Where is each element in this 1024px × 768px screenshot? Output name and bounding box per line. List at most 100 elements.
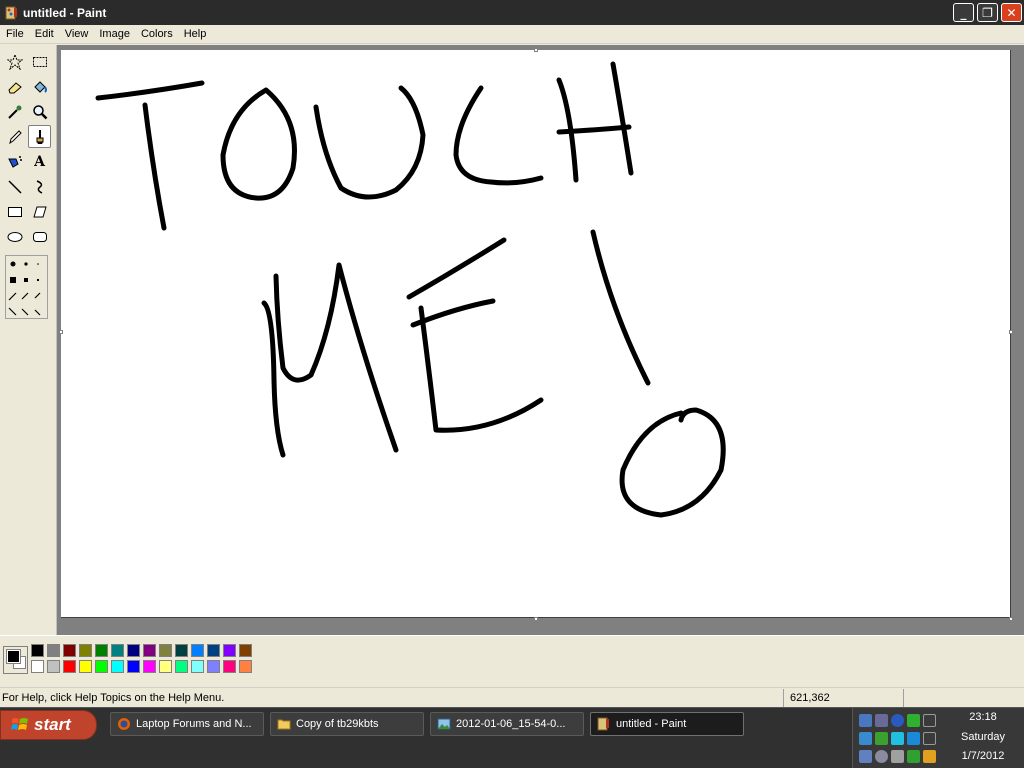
clock-date: 1/7/2012: [961, 750, 1005, 762]
close-button[interactable]: ✕: [1001, 3, 1022, 22]
image-viewer-icon: [437, 718, 451, 730]
power-icon[interactable]: [923, 732, 936, 745]
network-icon[interactable]: [859, 714, 872, 727]
menu-help[interactable]: Help: [178, 28, 212, 40]
tool-rectangle[interactable]: [3, 200, 26, 223]
palette-swatch[interactable]: [175, 660, 188, 673]
palette-swatch[interactable]: [95, 644, 108, 657]
resize-handle-top: [534, 48, 538, 52]
tool-brush[interactable]: [28, 125, 51, 148]
task-image-viewer[interactable]: 2012-01-06_15-54-0...: [430, 712, 584, 736]
palette-swatch[interactable]: [127, 660, 140, 673]
palette-swatch[interactable]: [159, 644, 172, 657]
drawing-touch-me: [95, 61, 726, 518]
monitor-icon[interactable]: [859, 750, 872, 763]
palette-swatch[interactable]: [239, 644, 252, 657]
menu-edit[interactable]: Edit: [29, 28, 59, 40]
updates-icon[interactable]: [907, 750, 920, 763]
security-icon[interactable]: [875, 732, 888, 745]
palette-swatch[interactable]: [207, 644, 220, 657]
start-button[interactable]: start: [0, 710, 97, 740]
menu-colors[interactable]: Colors: [135, 28, 178, 40]
palette-swatch[interactable]: [47, 660, 60, 673]
palette-swatch[interactable]: [223, 644, 236, 657]
brush-shape-options[interactable]: [5, 255, 48, 319]
arrows-icon[interactable]: [923, 714, 936, 727]
palette-swatch[interactable]: [143, 644, 156, 657]
tool-pencil[interactable]: [3, 125, 26, 148]
rect-select-icon: [32, 56, 47, 67]
tool-pick-color[interactable]: [3, 100, 26, 123]
palette-swatch[interactable]: [79, 660, 92, 673]
palette-swatch[interactable]: [95, 660, 108, 673]
tool-ellipse[interactable]: [3, 225, 26, 248]
rectangle-icon: [7, 206, 22, 217]
tool-select[interactable]: [28, 50, 51, 73]
resize-handle-bottom[interactable]: [534, 617, 538, 621]
tool-text[interactable]: A: [28, 150, 51, 173]
tool-fill-with-color[interactable]: [28, 75, 51, 98]
display-icon[interactable]: [859, 732, 872, 745]
folder-icon: [277, 719, 291, 730]
palette-swatch[interactable]: [207, 660, 220, 673]
palette-swatch[interactable]: [63, 660, 76, 673]
clock-time[interactable]: 23:18: [953, 711, 1013, 723]
palette-swatch[interactable]: [111, 660, 124, 673]
resize-handle-right[interactable]: [1009, 330, 1013, 334]
paint-icon: [597, 717, 609, 731]
palette-swatch[interactable]: [159, 660, 172, 673]
polygon-icon: [32, 206, 47, 217]
minimize-button[interactable]: _: [953, 3, 974, 22]
utility-icon[interactable]: [923, 750, 936, 763]
cd-icon[interactable]: [875, 750, 888, 763]
palette-swatch[interactable]: [175, 644, 188, 657]
windows-flag-icon: [11, 718, 28, 730]
tool-eraser[interactable]: [3, 75, 26, 98]
tool-curve[interactable]: [28, 175, 51, 198]
tool-polygon[interactable]: [28, 200, 51, 223]
toolbox: A: [0, 45, 57, 635]
palette-swatch[interactable]: [47, 644, 60, 657]
tool-magnifier[interactable]: [28, 100, 51, 123]
palette-swatch[interactable]: [79, 644, 92, 657]
palette-swatch[interactable]: [239, 660, 252, 673]
palette-swatch[interactable]: [223, 660, 236, 673]
paint-app-icon[interactable]: [5, 6, 19, 20]
workspace: [57, 45, 1024, 635]
network-disconnected-icon[interactable]: [875, 714, 888, 727]
drawing-canvas[interactable]: [61, 50, 1011, 618]
palette-swatch[interactable]: [31, 660, 44, 673]
bluetooth-icon[interactable]: [891, 714, 904, 727]
menu-image[interactable]: Image: [93, 28, 135, 40]
volume-icon[interactable]: [891, 750, 904, 763]
task-paint[interactable]: untitled - Paint: [590, 712, 744, 736]
palette-swatch[interactable]: [63, 644, 76, 657]
restore-button[interactable]: ❐: [977, 3, 998, 22]
task-firefox[interactable]: Laptop Forums and N...: [110, 712, 264, 736]
palette-swatch[interactable]: [191, 644, 204, 657]
eraser-icon: [7, 81, 22, 93]
status-cursor-coords: 621,362: [783, 689, 903, 707]
app-icon[interactable]: [907, 732, 920, 745]
palette-swatch[interactable]: [31, 644, 44, 657]
current-colors[interactable]: [3, 646, 28, 674]
palette-swatch[interactable]: [191, 660, 204, 673]
palette-swatch[interactable]: [111, 644, 124, 657]
status-bar: For Help, click Help Topics on the Help …: [0, 687, 1024, 707]
tool-airbrush[interactable]: [3, 150, 26, 173]
menu-file[interactable]: File: [0, 28, 29, 40]
foreground-color-swatch[interactable]: [6, 649, 21, 664]
tool-rounded-rectangle[interactable]: [28, 225, 51, 248]
palette-swatch[interactable]: [143, 660, 156, 673]
curve-icon: [36, 179, 42, 194]
tool-free-form-select[interactable]: [3, 50, 26, 73]
task-folder[interactable]: Copy of tb29kbts: [270, 712, 424, 736]
menu-view[interactable]: View: [59, 28, 94, 40]
resize-handle-corner[interactable]: [1009, 617, 1013, 621]
taskbar: start Laptop Forums and N... Copy of tb2…: [0, 707, 1024, 768]
tool-line[interactable]: [3, 175, 26, 198]
wireless-signal-icon[interactable]: [907, 714, 920, 727]
status-size-field: [903, 689, 1024, 707]
sync-icon[interactable]: [891, 732, 904, 745]
palette-swatch[interactable]: [127, 644, 140, 657]
